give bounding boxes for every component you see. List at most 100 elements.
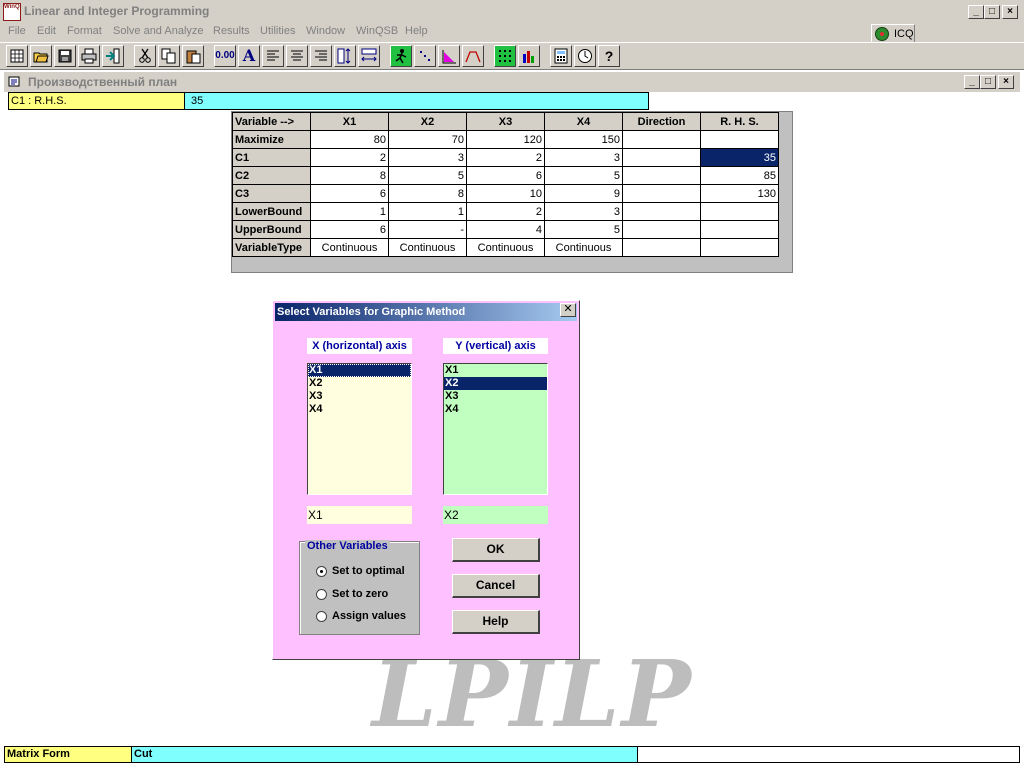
doc-minimize-button[interactable]: _ bbox=[964, 75, 980, 89]
icq-button[interactable]: ICQ bbox=[871, 24, 915, 44]
grid-cell[interactable]: 5 bbox=[544, 220, 623, 239]
graph-scatter-icon[interactable] bbox=[414, 45, 436, 67]
header-direction[interactable]: Direction bbox=[622, 112, 701, 131]
header-rhs[interactable]: R. H. S. bbox=[700, 112, 779, 131]
grid-cell[interactable] bbox=[622, 130, 701, 149]
row-label[interactable]: Maximize bbox=[232, 130, 311, 149]
grid-cell[interactable]: 1 bbox=[388, 202, 467, 221]
paste-icon[interactable] bbox=[182, 45, 204, 67]
align-center-icon[interactable] bbox=[286, 45, 308, 67]
font-icon[interactable]: A bbox=[238, 45, 260, 67]
cell-value-input[interactable]: 35 bbox=[185, 92, 649, 110]
calculator-icon[interactable] bbox=[550, 45, 572, 67]
solve-icon[interactable] bbox=[390, 45, 412, 67]
range-icon[interactable] bbox=[462, 45, 484, 67]
grid-cell[interactable]: 70 bbox=[388, 130, 467, 149]
grid-cell[interactable] bbox=[622, 220, 701, 239]
grid-cell[interactable]: 5 bbox=[388, 166, 467, 185]
number-format-icon[interactable]: 0.00 bbox=[214, 45, 236, 67]
grid-cell[interactable]: 80 bbox=[310, 130, 389, 149]
header-x4[interactable]: X4 bbox=[544, 112, 623, 131]
grid-cell[interactable]: 2 bbox=[466, 148, 545, 167]
grid-cell[interactable]: 8 bbox=[388, 184, 467, 203]
cut-icon[interactable] bbox=[134, 45, 156, 67]
grid-cell[interactable]: Continuous bbox=[466, 238, 545, 257]
grid-cell[interactable] bbox=[700, 238, 779, 257]
grid-cell[interactable]: 150 bbox=[544, 130, 623, 149]
winqsb-app-icon[interactable]: WinQSB bbox=[3, 3, 21, 21]
new-icon[interactable] bbox=[6, 45, 28, 67]
grid-cell[interactable] bbox=[700, 220, 779, 239]
help-icon[interactable]: ? bbox=[598, 45, 620, 67]
grid-cell[interactable]: 3 bbox=[544, 202, 623, 221]
grid-cell[interactable]: 8 bbox=[310, 166, 389, 185]
header-x3[interactable]: X3 bbox=[466, 112, 545, 131]
grid-cell[interactable]: 2 bbox=[466, 202, 545, 221]
menu-solve-and-analyze[interactable]: Solve and Analyze bbox=[113, 25, 204, 37]
dialog-close-icon[interactable]: ✕ bbox=[560, 303, 576, 317]
grid-cell[interactable]: 3 bbox=[388, 148, 467, 167]
grid-cell[interactable] bbox=[622, 238, 701, 257]
menu-help[interactable]: Help bbox=[405, 25, 428, 37]
list-item[interactable]: X3 bbox=[444, 390, 547, 403]
grid-cell[interactable]: 5 bbox=[544, 166, 623, 185]
grid-cell[interactable]: 3 bbox=[544, 148, 623, 167]
list-item[interactable]: X4 bbox=[308, 403, 411, 416]
row-label[interactable]: C3 bbox=[232, 184, 311, 203]
grid-cell[interactable]: 6 bbox=[310, 220, 389, 239]
grid-cell[interactable]: Continuous bbox=[544, 238, 623, 257]
ok-button[interactable]: OK bbox=[452, 538, 540, 562]
graphic-method-icon[interactable] bbox=[438, 45, 460, 67]
maximize-button[interactable]: □ bbox=[984, 5, 1000, 19]
row-label[interactable]: C2 bbox=[232, 166, 311, 185]
list-item[interactable]: X4 bbox=[444, 403, 547, 416]
chart-icon[interactable] bbox=[518, 45, 540, 67]
grid-cell[interactable] bbox=[622, 184, 701, 203]
grid-cell[interactable] bbox=[700, 130, 779, 149]
header-x1[interactable]: X1 bbox=[310, 112, 389, 131]
grid-cell[interactable]: 4 bbox=[466, 220, 545, 239]
grid-cell[interactable]: 10 bbox=[466, 184, 545, 203]
grid-cell[interactable]: 1 bbox=[310, 202, 389, 221]
grid-cell[interactable]: 120 bbox=[466, 130, 545, 149]
grid-cell[interactable]: 130 bbox=[700, 184, 779, 203]
list-item[interactable]: X2 bbox=[444, 377, 547, 390]
cancel-button[interactable]: Cancel bbox=[452, 574, 540, 598]
grid-cell[interactable]: 2 bbox=[310, 148, 389, 167]
list-item[interactable]: X2 bbox=[308, 377, 411, 390]
menu-results[interactable]: Results bbox=[213, 25, 250, 37]
grid-cell[interactable] bbox=[622, 166, 701, 185]
document-icon[interactable] bbox=[8, 76, 22, 88]
y-axis-listbox[interactable]: X1 X2 X3 X4 bbox=[443, 363, 548, 495]
copy-icon[interactable] bbox=[158, 45, 180, 67]
menu-format[interactable]: Format bbox=[67, 25, 102, 37]
matrix-form-icon[interactable] bbox=[494, 45, 516, 67]
close-button[interactable]: × bbox=[1002, 5, 1018, 19]
save-icon[interactable] bbox=[54, 45, 76, 67]
doc-maximize-button[interactable]: □ bbox=[980, 75, 996, 89]
menu-file[interactable]: File bbox=[8, 25, 26, 37]
row-label[interactable]: LowerBound bbox=[232, 202, 311, 221]
grid-cell[interactable] bbox=[700, 202, 779, 221]
list-item[interactable]: X1 bbox=[444, 364, 547, 377]
grid-cell[interactable]: 85 bbox=[700, 166, 779, 185]
menu-edit[interactable]: Edit bbox=[37, 25, 56, 37]
header-x2[interactable]: X2 bbox=[388, 112, 467, 131]
help-button[interactable]: Help bbox=[452, 610, 540, 634]
grid-cell[interactable]: 9 bbox=[544, 184, 623, 203]
align-left-icon[interactable] bbox=[262, 45, 284, 67]
selected-grid-cell[interactable]: 35 bbox=[700, 148, 779, 167]
column-width-icon[interactable] bbox=[358, 45, 380, 67]
grid-cell[interactable]: Continuous bbox=[310, 238, 389, 257]
exit-icon[interactable] bbox=[102, 45, 124, 67]
row-label[interactable]: VariableType bbox=[232, 238, 311, 257]
grid-cell[interactable]: 6 bbox=[310, 184, 389, 203]
print-icon[interactable] bbox=[78, 45, 100, 67]
grid-cell[interactable]: Continuous bbox=[388, 238, 467, 257]
row-height-icon[interactable] bbox=[334, 45, 356, 67]
row-label[interactable]: UpperBound bbox=[232, 220, 311, 239]
row-label[interactable]: C1 bbox=[232, 148, 311, 167]
grid-cell[interactable] bbox=[622, 148, 701, 167]
list-item[interactable]: X1 bbox=[308, 364, 411, 377]
clock-icon[interactable] bbox=[574, 45, 596, 67]
